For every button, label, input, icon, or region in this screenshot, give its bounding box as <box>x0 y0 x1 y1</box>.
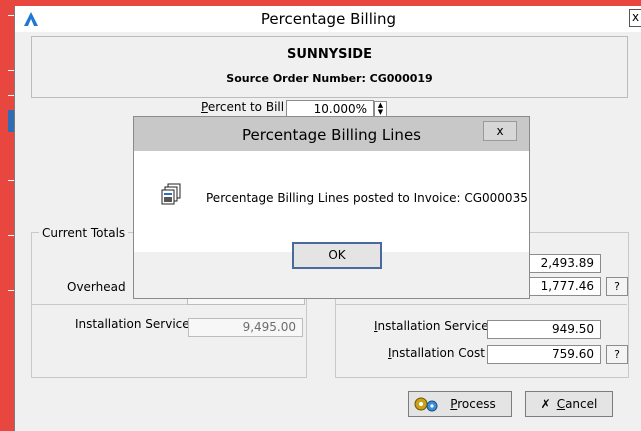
dialog-titlebar[interactable]: Percentage Billing Lines x <box>134 117 529 151</box>
installation-cost-lookup-button[interactable]: ? <box>606 345 628 364</box>
documents-stack-icon <box>161 183 181 205</box>
process-button[interactable]: Process <box>408 391 512 417</box>
window-titlebar[interactable]: Percentage Billing x <box>15 6 641 32</box>
dialog-message: Percentage Billing Lines posted to Invoi… <box>206 191 528 205</box>
installation-cost-field[interactable]: 759.60 <box>487 345 601 364</box>
gears-icon <box>414 397 438 412</box>
dialog-title: Percentage Billing Lines <box>242 126 421 144</box>
cancel-x-icon: ✗ <box>540 397 551 411</box>
overhead-label: Overhead <box>67 280 126 294</box>
installation-cost-label: Installation Cost <box>388 346 485 360</box>
dialog-close-button[interactable]: x <box>483 121 517 141</box>
billing-installation-service-field[interactable]: 949.50 <box>487 320 601 339</box>
window-close-button[interactable]: x <box>629 9 641 27</box>
window-title: Percentage Billing <box>260 10 397 28</box>
cancel-button[interactable]: ✗ Cancel <box>525 391 613 417</box>
percent-to-bill-label: Percent to Bill <box>201 100 285 114</box>
billing-installation-service-label: Installation Service <box>374 319 489 333</box>
overhead-lookup-button[interactable]: ? <box>606 277 628 296</box>
group-divider <box>335 304 627 305</box>
background-strip <box>0 0 14 431</box>
ok-button[interactable]: OK <box>292 242 382 269</box>
current-totals-title: Current Totals <box>39 226 129 240</box>
percentage-billing-lines-dialog: Percentage Billing Lines x Percentage Bi… <box>133 116 530 299</box>
source-order-number: Source Order Number: CG000019 <box>226 72 433 85</box>
current-installation-service-field: 9,495.00 <box>188 318 303 337</box>
order-header: SUNNYSIDE Source Order Number: CG000019 <box>31 36 628 98</box>
customer-name: SUNNYSIDE <box>287 47 372 62</box>
current-installation-service-label: Installation Service <box>75 317 190 331</box>
dialog-body: Percentage Billing Lines posted to Invoi… <box>134 151 529 252</box>
